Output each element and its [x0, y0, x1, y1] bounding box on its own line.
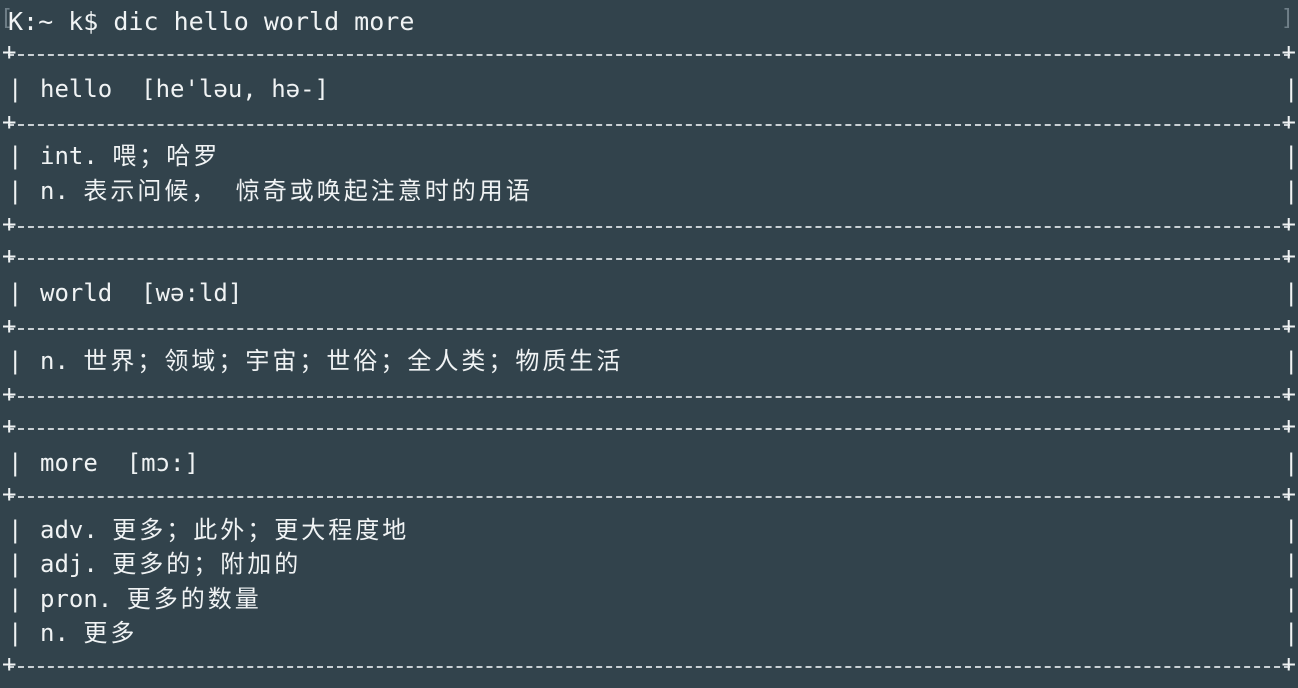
entry-phonetic: [wə:ld] [141, 279, 243, 307]
box-border-top [2, 40, 1296, 64]
entry-word: world [40, 279, 113, 307]
prompt-line: [ K:~ k$ dic hello world more ] [0, 2, 1298, 36]
box-right-pipe: | [1284, 177, 1298, 205]
entry-header-row: | world [wə:ld] | [0, 276, 1298, 310]
box-border-bottom [2, 212, 1296, 236]
definition-meaning: 更多；此外；更大程度地 [112, 516, 410, 544]
definition-meaning: 世界；领域；宇宙；世俗；全人类；物质生活 [83, 347, 624, 375]
command-prompt: K:~ k$ dic hello world more [8, 7, 415, 36]
box-border-bottom [2, 652, 1296, 676]
box-left-pipe: | [8, 516, 23, 544]
box-left-pipe: | [8, 347, 23, 375]
entry-header-row: | more [mɔ:] | [0, 446, 1298, 480]
box-right-pipe: | [1284, 585, 1298, 613]
entry-word-line: hello [he'ləu, hə-] [40, 72, 329, 106]
definition-line: adv. 更多；此外；更大程度地 [40, 513, 409, 547]
definition-row: | adv. 更多；此外；更大程度地 | [0, 513, 1298, 547]
right-bracket: ] [1280, 6, 1294, 31]
definition-line: adj. 更多的；附加的 [40, 547, 301, 581]
definition-row: | int. 喂；哈罗 | [0, 139, 1298, 173]
box-border-mid [2, 314, 1296, 338]
definition-meaning: 更多 [83, 619, 138, 647]
box-left-pipe: | [8, 619, 23, 647]
box-border-top [2, 244, 1296, 268]
definition-pos: n. [40, 347, 69, 375]
entry-header-row: | hello [he'ləu, hə-] | [0, 72, 1298, 106]
box-left-pipe: | [8, 279, 23, 307]
definition-line: pron. 更多的数量 [40, 582, 262, 616]
box-border-mid [2, 110, 1296, 134]
entry-word: more [40, 449, 98, 477]
box-right-pipe: | [1284, 619, 1298, 647]
box-right-pipe: | [1284, 449, 1298, 477]
entry-word-line: world [wə:ld] [40, 276, 242, 310]
definition-line: n. 表示问候， 惊奇或唤起注意时的用语 [40, 174, 533, 208]
definition-meaning: 更多的；附加的 [112, 550, 302, 578]
box-right-pipe: | [1284, 279, 1298, 307]
box-border-bottom [2, 382, 1296, 406]
definition-pos: n. [40, 177, 69, 205]
definition-pos: int. [40, 142, 98, 170]
box-border-top [2, 414, 1296, 438]
box-left-pipe: | [8, 550, 23, 578]
entry-word-line: more [mɔ:] [40, 446, 199, 480]
box-left-pipe: | [8, 75, 23, 103]
box-right-pipe: | [1284, 75, 1298, 103]
definition-pos: adj. [40, 550, 98, 578]
definition-row: | adj. 更多的；附加的 | [0, 547, 1298, 581]
definition-row: | n. 表示问候， 惊奇或唤起注意时的用语 | [0, 174, 1298, 208]
box-right-pipe: | [1284, 516, 1298, 544]
definition-line: n. 世界；领域；宇宙；世俗；全人类；物质生活 [40, 344, 623, 378]
definition-pos: n. [40, 619, 69, 647]
definition-row: | pron. 更多的数量 | [0, 582, 1298, 616]
definition-pos: adv. [40, 516, 98, 544]
box-right-pipe: | [1284, 550, 1298, 578]
box-right-pipe: | [1284, 142, 1298, 170]
box-left-pipe: | [8, 585, 23, 613]
box-left-pipe: | [8, 177, 23, 205]
definition-row: | n. 更多 | [0, 616, 1298, 650]
entry-word: hello [40, 75, 113, 103]
box-border-mid [2, 482, 1296, 506]
terminal-window: [ K:~ k$ dic hello world more ] | hello … [0, 0, 1298, 688]
definition-line: int. 喂；哈罗 [40, 139, 220, 173]
box-right-pipe: | [1284, 347, 1298, 375]
entry-phonetic: [he'ləu, hə-] [141, 75, 329, 103]
definition-meaning: 表示问候， 惊奇或唤起注意时的用语 [83, 177, 533, 205]
entry-phonetic: [mɔ:] [126, 449, 199, 477]
box-left-pipe: | [8, 449, 23, 477]
definition-meaning: 喂；哈罗 [112, 142, 221, 170]
definition-pos: pron. [40, 585, 113, 613]
definition-meaning: 更多的数量 [126, 585, 262, 613]
definition-line: n. 更多 [40, 616, 137, 650]
box-left-pipe: | [8, 142, 23, 170]
definition-row: | n. 世界；领域；宇宙；世俗；全人类；物质生活 | [0, 344, 1298, 378]
